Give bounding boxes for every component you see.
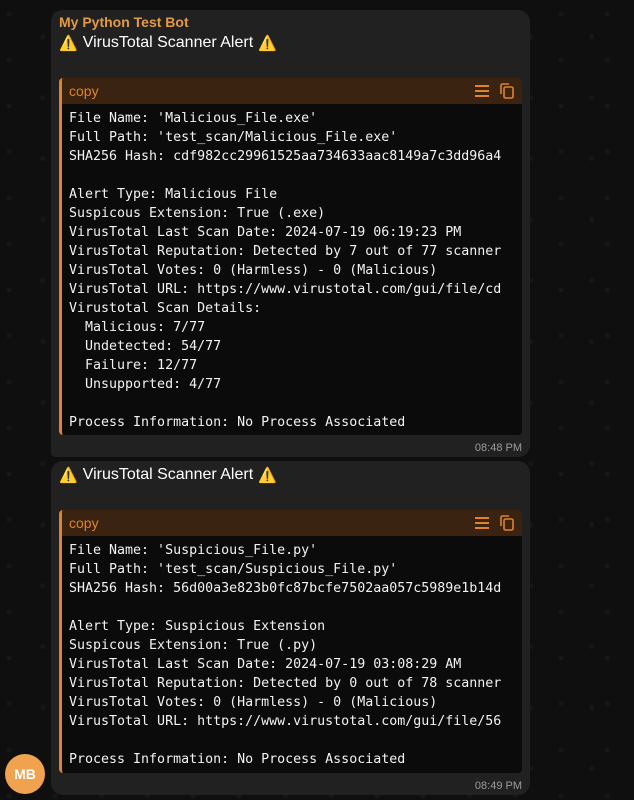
code-line: File Name: 'Suspicious_File.py' [69,543,318,558]
copy-icon[interactable] [500,515,514,531]
code-line: VirusTotal URL: https://www.virustotal.c… [69,714,502,729]
code-line: SHA256 Hash: cdf982cc29961525aa734633aac… [69,149,502,164]
code-line: VirusTotal Last Scan Date: 2024-07-19 03… [69,657,462,672]
code-line: Suspicous Extension: True (.exe) [69,206,326,221]
code-line: Failure: 12/77 [69,358,198,373]
code-line: VirusTotal Reputation: Detected by 0 out… [69,676,502,691]
warning-icon: ⚠️ [59,35,78,52]
code-line: Full Path: 'test_scan/Suspicious_File.py… [69,562,398,577]
code-block: copy File Name: 'Malicious_File.exe' Full… [59,78,522,435]
message-title-text: VirusTotal Scanner Alert [82,34,254,51]
code-line: VirusTotal Reputation: Detected by 7 out… [69,244,502,259]
warning-icon: ⚠️ [258,467,277,484]
code-line: VirusTotal Votes: 0 (Harmless) - 0 (Mali… [69,695,438,710]
code-line: Malicious: 7/77 [69,320,206,335]
code-language-label: copy [69,515,99,531]
code-line: SHA256 Hash: 56d00a3e823b0fc87bcfe7502aa… [69,581,502,596]
code-line: VirusTotal URL: https://www.virustotal.c… [69,282,502,297]
warning-icon: ⚠️ [59,467,78,484]
sender-name[interactable]: My Python Test Bot [59,14,189,30]
message-timestamp: 08:49 PM [474,780,522,792]
code-line: Alert Type: Malicious File [69,187,278,202]
code-block: copy File Name: 'Suspicious_File.py' Full… [59,510,522,773]
code-block-content[interactable]: File Name: 'Suspicious_File.py' Full Path… [62,536,522,769]
code-line: Suspicous Extension: True (.py) [69,638,318,653]
message-title-text: VirusTotal Scanner Alert [82,466,254,483]
message-title: ⚠️ VirusTotal Scanner Alert ⚠️ [59,34,277,52]
message-title: ⚠️ VirusTotal Scanner Alert ⚠️ [59,466,277,484]
code-line: Full Path: 'test_scan/Malicious_File.exe… [69,130,398,145]
code-block-header: copy [62,510,522,536]
code-line: Process Information: No Process Associat… [69,415,406,430]
code-language-label: copy [69,83,99,99]
code-line: VirusTotal Last Scan Date: 2024-07-19 06… [69,225,462,240]
code-line: Undetected: 54/77 [69,339,222,354]
code-block-content[interactable]: File Name: 'Malicious_File.exe' Full Path… [62,104,522,432]
message-timestamp: 08:48 PM [474,442,522,454]
message-bubble[interactable]: My Python Test Bot ⚠️ VirusTotal Scanner… [51,10,530,457]
wrap-lines-icon[interactable] [474,84,490,98]
wrap-lines-icon[interactable] [474,516,490,530]
avatar[interactable]: MB [5,754,45,794]
warning-icon: ⚠️ [258,35,277,52]
code-line: Alert Type: Suspicious Extension [69,619,326,634]
code-line: Virustotal Scan Details: [69,301,262,316]
code-block-header: copy [62,78,522,104]
message-bubble[interactable]: ⚠️ VirusTotal Scanner Alert ⚠️ copy File… [51,461,530,795]
code-line: Unsupported: 4/77 [69,377,222,392]
code-line: Process Information: No Process Associat… [69,752,406,767]
copy-icon[interactable] [500,83,514,99]
code-line: VirusTotal Votes: 0 (Harmless) - 0 (Mali… [69,263,438,278]
code-line: File Name: 'Malicious_File.exe' [69,111,318,126]
